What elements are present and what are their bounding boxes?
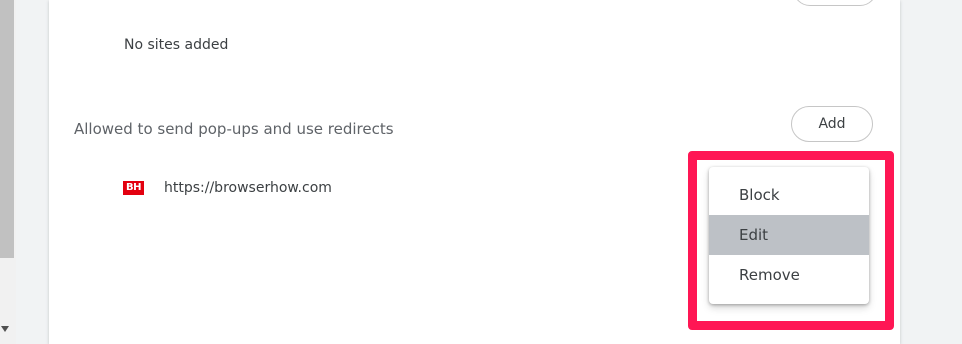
menu-item-edit[interactable]: Edit [709,215,869,255]
menu-item-remove[interactable]: Remove [709,255,869,295]
context-menu: Block Edit Remove [709,167,869,304]
site-url: https://browserhow.com [164,180,332,196]
blocked-empty-text: No sites added [124,37,229,53]
add-button[interactable]: Add [791,106,873,142]
allowed-section-title: Allowed to send pop-ups and use redirect… [74,120,394,138]
add-button-blocked-section[interactable] [793,0,877,6]
scroll-down-arrow-icon[interactable] [1,326,9,332]
scrollbar[interactable] [0,0,16,344]
site-row[interactable]: BH https://browserhow.com [123,178,332,198]
browserhow-favicon-icon: BH [123,181,144,195]
menu-item-block[interactable]: Block [709,175,869,215]
scrollbar-thumb[interactable] [0,0,14,258]
